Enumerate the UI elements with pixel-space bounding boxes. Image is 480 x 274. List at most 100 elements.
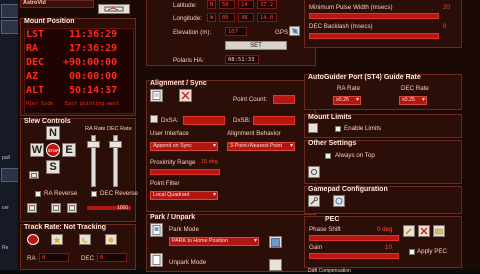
park-button[interactable] bbox=[150, 223, 163, 237]
user-interface-select[interactable]: Append on Sync bbox=[150, 142, 218, 151]
pec-panel: PEC Phase Shift 0 deg Gain 10 Apply PEC bbox=[304, 216, 462, 268]
ra-rate-label: RA Rate bbox=[85, 126, 106, 132]
track-solar-button[interactable] bbox=[105, 234, 117, 245]
ra-rate-thumb[interactable] bbox=[87, 141, 100, 148]
other-settings-button[interactable] bbox=[308, 166, 320, 178]
ra-reverse-checkbox[interactable] bbox=[35, 191, 41, 197]
ag-ra-rate-select[interactable]: x0.25 bbox=[333, 96, 361, 105]
proximity-slider[interactable] bbox=[150, 169, 220, 175]
park-mode-select[interactable]: PARK to Home Position bbox=[169, 237, 259, 246]
south-button[interactable]: S bbox=[46, 160, 60, 174]
alt-value: 50:14:37 bbox=[69, 85, 118, 96]
latitude-label: Latitude: bbox=[173, 2, 197, 9]
park-settings-button[interactable] bbox=[269, 236, 282, 248]
desktop-sidebar: pull cer Re bbox=[0, 0, 19, 270]
phase-shift-slider[interactable] bbox=[309, 235, 399, 241]
gps-button[interactable] bbox=[289, 26, 300, 36]
lat-hemisphere[interactable]: N bbox=[207, 0, 216, 9]
track-dec-field[interactable]: 0 bbox=[97, 253, 127, 262]
gain-value: 10 bbox=[385, 244, 392, 251]
always-on-top-checkbox[interactable] bbox=[325, 153, 331, 159]
ag-dec-rate-select[interactable]: x0.25 bbox=[399, 96, 427, 105]
dxsa-label: DxSA: bbox=[161, 117, 179, 124]
limits-settings-button[interactable] bbox=[308, 123, 318, 133]
satellite-icon bbox=[291, 27, 298, 35]
park-panel: Park / Unpark Park Mode PARK to Home Pos… bbox=[146, 214, 316, 272]
lon-deg[interactable]: 00 bbox=[219, 13, 235, 22]
longitude-label: Longitude: bbox=[173, 15, 202, 22]
lat-deg[interactable]: 50 bbox=[219, 0, 235, 9]
dxsb-field bbox=[253, 116, 295, 125]
mount-limits-panel: Mount Limits Enable Limits bbox=[304, 114, 462, 138]
guiding-settings-panel: Minimum Pulse Width (msecs) 20 DEC Backl… bbox=[304, 0, 462, 48]
lon-min[interactable]: 48 bbox=[238, 13, 254, 22]
lat-min[interactable]: 14 bbox=[238, 0, 254, 9]
alignment-list-button[interactable] bbox=[150, 89, 163, 102]
dec-rate-thumb[interactable] bbox=[109, 141, 122, 148]
sidebar-label: Re bbox=[2, 245, 9, 251]
track-lunar-button[interactable] bbox=[79, 234, 91, 245]
dec-backlash-label: DEC Backlash (msecs) bbox=[309, 23, 373, 30]
pec-clear-button[interactable] bbox=[418, 225, 430, 237]
elevation-field[interactable]: 107 bbox=[225, 27, 247, 36]
min-pulse-slider[interactable] bbox=[309, 13, 439, 19]
gain-label: Gain bbox=[309, 244, 323, 251]
park-mode-label: Park Mode bbox=[169, 226, 199, 233]
alignment-info-button[interactable] bbox=[150, 115, 158, 123]
gamepad-config-button[interactable] bbox=[308, 195, 320, 207]
user-interface-label: User Interface bbox=[150, 130, 189, 137]
sidebar-icon-3[interactable] bbox=[1, 168, 19, 182]
track-ra-field[interactable]: 0 bbox=[39, 253, 69, 262]
point-count-field bbox=[273, 95, 295, 104]
gain-slider[interactable] bbox=[309, 253, 399, 259]
tool-button[interactable] bbox=[98, 4, 130, 14]
ag-dec-rate-label: DEC Rate bbox=[401, 85, 429, 92]
pier-side-value: East pointing west bbox=[65, 101, 120, 107]
point-filter-select[interactable]: Local Quadrant bbox=[150, 191, 218, 200]
track-sidereal-button[interactable] bbox=[51, 234, 63, 245]
ag-ra-rate-label: RA Rate bbox=[337, 85, 361, 92]
track-stop-button[interactable] bbox=[27, 234, 39, 245]
gamepad-refresh-button[interactable] bbox=[333, 195, 345, 207]
apply-pec-checkbox[interactable] bbox=[409, 249, 415, 255]
dec-backlash-slider[interactable] bbox=[309, 33, 439, 39]
dec-reverse-label: DEC Reverse bbox=[100, 190, 138, 197]
pec-record-button[interactable] bbox=[403, 225, 415, 237]
sidebar-icon-1[interactable] bbox=[1, 4, 19, 18]
sidebar-icon-2[interactable] bbox=[1, 20, 19, 34]
pec-load-button[interactable] bbox=[433, 225, 445, 237]
slew-preset-1[interactable] bbox=[27, 203, 37, 213]
pencil-icon bbox=[405, 228, 412, 235]
dec-label: DEC bbox=[26, 57, 45, 68]
park-icon bbox=[152, 225, 161, 235]
east-button[interactable]: E bbox=[62, 143, 76, 157]
unpark-settings-button[interactable] bbox=[269, 259, 282, 271]
clear-alignment-button[interactable] bbox=[179, 89, 192, 102]
slew-option-button[interactable] bbox=[29, 171, 39, 179]
autoguider-panel: AutoGuider Port (ST4) Guide Rate RA Rate… bbox=[304, 74, 462, 110]
alignment-behavior-select[interactable]: 3-Point+Nearest Point bbox=[227, 142, 295, 151]
moon-icon bbox=[82, 236, 89, 243]
close-icon bbox=[420, 227, 428, 235]
lon-sec[interactable]: 14.0 bbox=[257, 13, 277, 22]
mount-limits-title: Mount Limits bbox=[308, 114, 352, 121]
north-button[interactable]: N bbox=[46, 126, 60, 140]
west-button[interactable]: W bbox=[30, 143, 44, 157]
set-button[interactable]: SET bbox=[225, 41, 287, 50]
lat-sec[interactable]: 37.2 bbox=[257, 0, 277, 9]
arrows-icon bbox=[31, 172, 37, 178]
slew-preset-3[interactable] bbox=[67, 203, 77, 213]
polaris-value: 08:51:33 bbox=[225, 55, 259, 64]
stop-button[interactable]: STOP bbox=[46, 143, 60, 157]
slew-preset-2[interactable] bbox=[51, 203, 61, 213]
enable-limits-checkbox[interactable] bbox=[335, 126, 341, 132]
window-title: AstroVid bbox=[23, 0, 46, 6]
main-window: AstroVid Mount Position LST 11:36:29 RA … bbox=[18, 0, 480, 274]
lon-hemisphere[interactable]: W bbox=[207, 13, 216, 22]
min-pulse-label: Minimum Pulse Width (msecs) bbox=[309, 4, 393, 11]
pier-side-label: Pier Side bbox=[26, 101, 54, 107]
unpark-button[interactable] bbox=[150, 253, 163, 267]
star-icon bbox=[53, 236, 61, 243]
dec-reverse-checkbox[interactable] bbox=[91, 191, 97, 197]
slew-controls-title: Slew Controls bbox=[24, 118, 71, 125]
